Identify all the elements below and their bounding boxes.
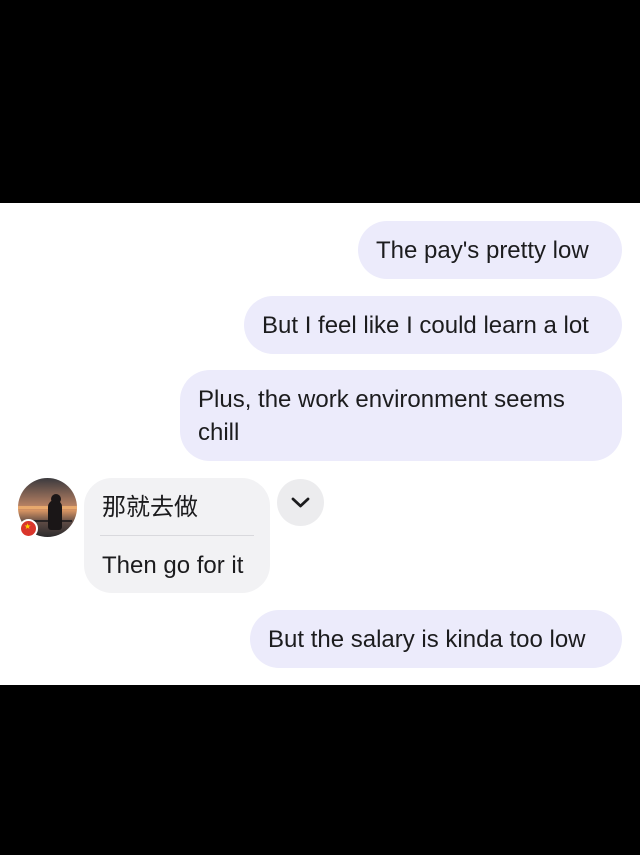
- original-message-text: 那就去做: [102, 493, 198, 521]
- message-text: The pay's pretty low: [376, 237, 589, 264]
- message-text: But I feel like I could learn a lot: [262, 312, 589, 339]
- letterbox-bottom: [0, 685, 640, 855]
- letterbox-top: [0, 0, 640, 203]
- expand-options-button[interactable]: [277, 479, 324, 526]
- translation-divider: [100, 535, 254, 536]
- translated-message-text: Then go for it: [102, 552, 244, 579]
- avatar-figure-head: [51, 494, 61, 504]
- message-text-line: chill: [198, 419, 240, 446]
- outgoing-message-bubble[interactable]: Plus, the work environment seems chill: [180, 370, 622, 461]
- outgoing-message-bubble[interactable]: But I feel like I could learn a lot: [244, 296, 622, 354]
- incoming-message-bubble[interactable]: 那就去做 Then go for it: [84, 478, 270, 593]
- avatar-figure: [48, 500, 62, 530]
- chat-thread[interactable]: The pay's pretty low But I feel like I c…: [0, 203, 640, 685]
- outgoing-message-bubble[interactable]: But the salary is kinda too low: [250, 610, 622, 668]
- message-text: But the salary is kinda too low: [268, 626, 586, 653]
- outgoing-message-bubble[interactable]: The pay's pretty low: [358, 221, 622, 279]
- chevron-down-icon: [291, 497, 310, 508]
- message-text-line: Plus, the work environment seems: [198, 386, 565, 413]
- flag-badge-icon: ★: [19, 519, 38, 538]
